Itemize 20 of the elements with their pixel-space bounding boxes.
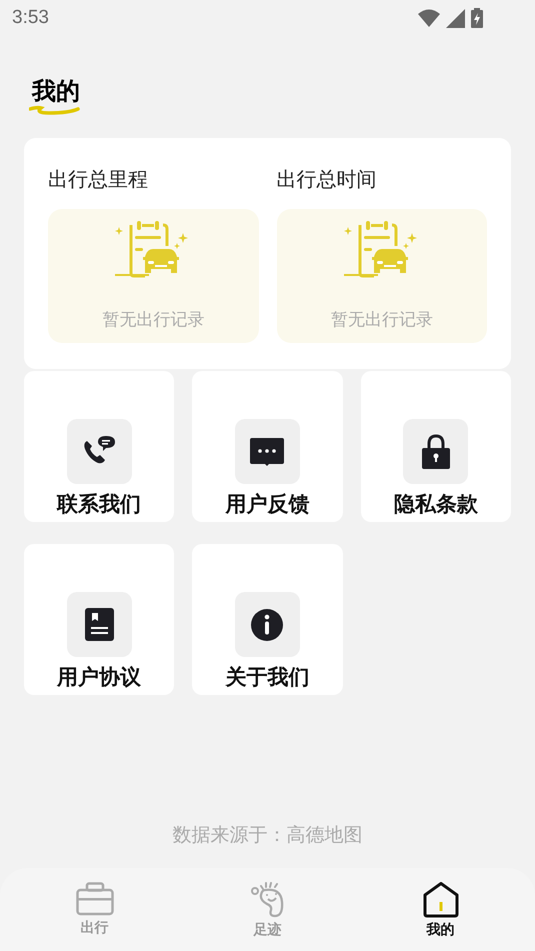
underline-icon xyxy=(29,105,81,117)
page-title: 我的 xyxy=(32,80,80,104)
data-source-text: 数据来源于：高德地图 xyxy=(172,824,362,848)
battery-icon xyxy=(471,8,483,28)
menu-tile[interactable]: 关于我们 xyxy=(192,544,343,695)
home-icon xyxy=(422,882,458,918)
menu-tile[interactable]: 隐私条款 xyxy=(360,371,511,522)
briefcase-icon xyxy=(76,882,114,916)
nav-tab[interactable]: 我的 xyxy=(354,868,527,951)
menu-tile[interactable]: 联系我们 xyxy=(24,371,174,522)
status-time: 3:53 xyxy=(12,6,49,30)
stat-title: 出行总里程 xyxy=(48,168,149,193)
signal-icon xyxy=(446,8,465,28)
menu-tile[interactable]: 用户反馈 xyxy=(192,371,343,522)
empty-state-text: 暂无出行记录 xyxy=(102,309,204,331)
wifi-icon xyxy=(418,9,440,27)
menu-tile[interactable]: 用户协议 xyxy=(24,544,174,695)
stat-title: 出行总时间 xyxy=(276,168,378,193)
footprint-icon xyxy=(250,882,284,918)
empty-state-text: 暂无出行记录 xyxy=(330,309,433,331)
